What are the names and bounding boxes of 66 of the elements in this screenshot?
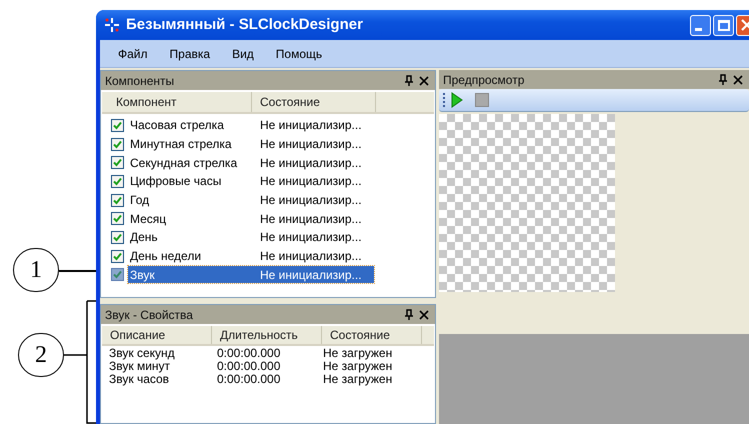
table-cell-text: Звук минут — [108, 358, 170, 374]
close-icon[interactable] — [419, 310, 429, 320]
maximize-button[interactable] — [713, 14, 734, 36]
minimize-button[interactable] — [690, 14, 711, 36]
component-name: Секундная стрелка — [129, 154, 238, 172]
app-logo-icon — [104, 17, 120, 33]
column-header[interactable]: Состояние — [322, 326, 422, 344]
checkbox[interactable] — [111, 230, 124, 244]
component-name: Цифровые часы — [129, 173, 222, 190]
checkbox[interactable] — [111, 268, 124, 282]
component-status: Не инициализир... — [260, 173, 362, 190]
component-name: День — [129, 229, 159, 246]
pin-icon[interactable] — [405, 75, 413, 86]
table-cell-text: Звук секунд — [108, 344, 176, 362]
component-name: Звук — [129, 266, 156, 284]
component-status: Не инициализир... — [260, 210, 362, 228]
checkbox[interactable] — [111, 118, 124, 132]
component-name: День недели — [129, 248, 202, 266]
close-icon[interactable] — [419, 76, 429, 86]
component-status: Не инициализир... — [260, 136, 362, 154]
component-name: Месяц — [129, 210, 168, 228]
list-row[interactable]: Секундная стрелка Не инициализир... — [128, 154, 374, 172]
table-cell-text: Не загружен — [322, 344, 392, 362]
component-status: Не инициализир... — [260, 229, 362, 246]
checkbox[interactable] — [111, 156, 124, 170]
list-row[interactable]: Часовая стрелка Не инициализир... — [128, 116, 374, 134]
panel-title: Предпросмотр — [443, 72, 526, 88]
component-status: Не инициализир... — [260, 192, 362, 210]
panel-title: Компоненты — [105, 72, 176, 90]
component-status: Не инициализир... — [260, 117, 362, 134]
list-row[interactable]: День Не инициализир... — [128, 228, 374, 246]
column-header[interactable]: Длительность — [212, 326, 322, 344]
component-name: Минутная стрелка — [129, 136, 233, 154]
list-row[interactable]: Минутная стрелка Не инициализир... — [128, 136, 374, 153]
checkbox[interactable] — [111, 212, 124, 226]
close-icon[interactable] — [733, 74, 743, 84]
list-row[interactable]: Цифровые часы Не инициализир... — [128, 172, 374, 190]
list-row[interactable]: День недели Не инициализир... — [128, 248, 374, 265]
column-header[interactable]: Описание — [102, 326, 212, 344]
component-status: Не инициализир... — [260, 248, 362, 266]
menu-item[interactable]: Помощь — [266, 44, 332, 62]
list-row[interactable]: Месяц Не инициализир... — [128, 210, 374, 228]
component-name: Часовая стрелка — [129, 117, 225, 134]
menu-item[interactable]: Файл — [108, 44, 158, 62]
list-row[interactable]: Год Не инициализир... — [128, 192, 374, 209]
component-status: Не инициализир... — [260, 154, 362, 172]
checkbox[interactable] — [111, 194, 124, 207]
checkbox[interactable] — [111, 138, 124, 151]
table-cell-text: Не загружен — [322, 358, 392, 374]
component-status: Не инициализир... — [260, 266, 362, 284]
table-cell-text: Не загружен — [322, 372, 392, 388]
pin-icon[interactable] — [405, 309, 413, 320]
menu-item[interactable]: Вид — [222, 44, 264, 62]
menu-item[interactable]: Правка — [160, 44, 220, 62]
play-icon[interactable] — [451, 92, 463, 108]
panel-title: Звук - Свойства — [105, 306, 194, 324]
leader-line — [59, 270, 96, 272]
table-cell-text: Звук часов — [108, 372, 170, 388]
column-header[interactable]: Состояние — [252, 92, 376, 112]
pin-icon[interactable] — [719, 74, 727, 85]
component-name: Год — [129, 192, 150, 210]
checkbox[interactable] — [111, 250, 124, 263]
list-row[interactable]: Звук Не инициализир... — [128, 266, 374, 284]
column-header[interactable]: Компонент — [102, 92, 252, 112]
window-title: Безымянный - SLClockDesigner — [126, 14, 364, 35]
checkbox[interactable] — [111, 174, 124, 188]
